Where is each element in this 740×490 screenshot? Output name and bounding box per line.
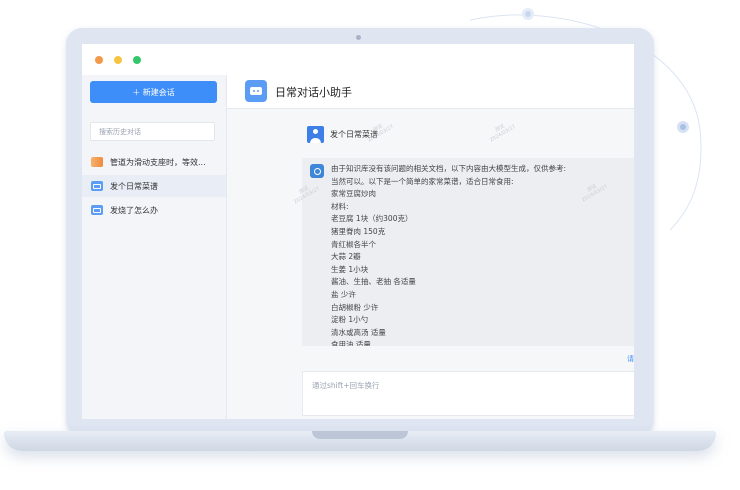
close-window-button[interactable] — [95, 56, 103, 64]
answer-line: 材料: — [331, 201, 349, 211]
history-search-input[interactable]: 搜索历史对话 — [90, 122, 215, 141]
answer-line: 白胡椒粉 少许 — [331, 302, 379, 312]
chat-title: 日常对话小助手 — [275, 86, 352, 99]
answer-line: 青红椒各半个 — [331, 239, 376, 249]
ai-model-icon — [310, 164, 324, 178]
more-link[interactable]: 请 — [627, 354, 634, 364]
history-item-label: 发个日常菜谱 — [110, 181, 158, 191]
history-item-label: 管道为滑动支座时，等效... — [110, 157, 206, 167]
answer-line: 盐 少许 — [331, 289, 356, 299]
watermark: 测试 2024/03/27 — [488, 123, 517, 144]
answer-line: 淀粉 1小勺 — [331, 315, 369, 325]
history-item-fever[interactable]: 发烧了怎么办 — [82, 199, 226, 221]
new-chat-button[interactable]: ＋ 新建会话 — [90, 81, 217, 103]
history-item-recipe[interactable]: 发个日常菜谱 — [82, 175, 226, 197]
window-titlebar — [82, 44, 634, 75]
maximize-window-button[interactable] — [133, 56, 141, 64]
chat-main: 日常对话小助手 发个日常菜谱 由于知识库没有该问题的相关文档，以下内容由大模型生… — [227, 75, 634, 419]
watermark: 测试 2024/03/27 — [366, 123, 395, 144]
history-item-label: 发烧了怎么办 — [110, 205, 158, 215]
robot-icon — [91, 205, 103, 215]
chat-header: 日常对话小助手 — [227, 75, 634, 109]
message-input[interactable]: 通过shift+回车换行 — [302, 371, 634, 416]
answer-line: 食用油 适量 — [331, 340, 371, 346]
answer-line: 猪里脊肉 150克 — [331, 226, 386, 236]
laptop-notch — [312, 431, 408, 439]
history-item-pipe[interactable]: 管道为滑动支座时，等效... — [82, 151, 226, 173]
answer-line: 老豆腐 1块（约300克） — [331, 214, 413, 224]
answer-line: 当然可以。以下是一个简单的家常菜谱，适合日常食用: — [331, 176, 514, 186]
minimize-window-button[interactable] — [114, 56, 122, 64]
orange-chat-icon — [91, 157, 103, 167]
assistant-answer: 由于知识库没有该问题的相关文档，以下内容由大模型生成，仅供参考: 当然可以。以下是… — [302, 158, 634, 346]
robot-icon — [91, 181, 103, 191]
answer-line: 生姜 1小块 — [331, 264, 369, 274]
answer-line: 大蒜 2瓣 — [331, 252, 361, 262]
answer-line: 清水或高汤 适量 — [331, 327, 386, 337]
answer-line: 酱油、生抽、老抽 各适量 — [331, 277, 416, 287]
app-window: ＋ 新建会话 搜索历史对话 管道为滑动支座时，等效... 发个日常菜谱 发烧了怎… — [82, 44, 634, 419]
message-input-placeholder: 通过shift+回车换行 — [312, 381, 380, 390]
answer-line: 由于知识库没有该问题的相关文档，以下内容由大模型生成，仅供参考: — [331, 164, 567, 173]
camera-dot — [356, 35, 361, 40]
assistant-robot-icon — [245, 80, 267, 102]
sidebar: ＋ 新建会话 搜索历史对话 管道为滑动支座时，等效... 发个日常菜谱 发烧了怎… — [82, 75, 227, 419]
user-avatar-icon — [307, 126, 324, 143]
